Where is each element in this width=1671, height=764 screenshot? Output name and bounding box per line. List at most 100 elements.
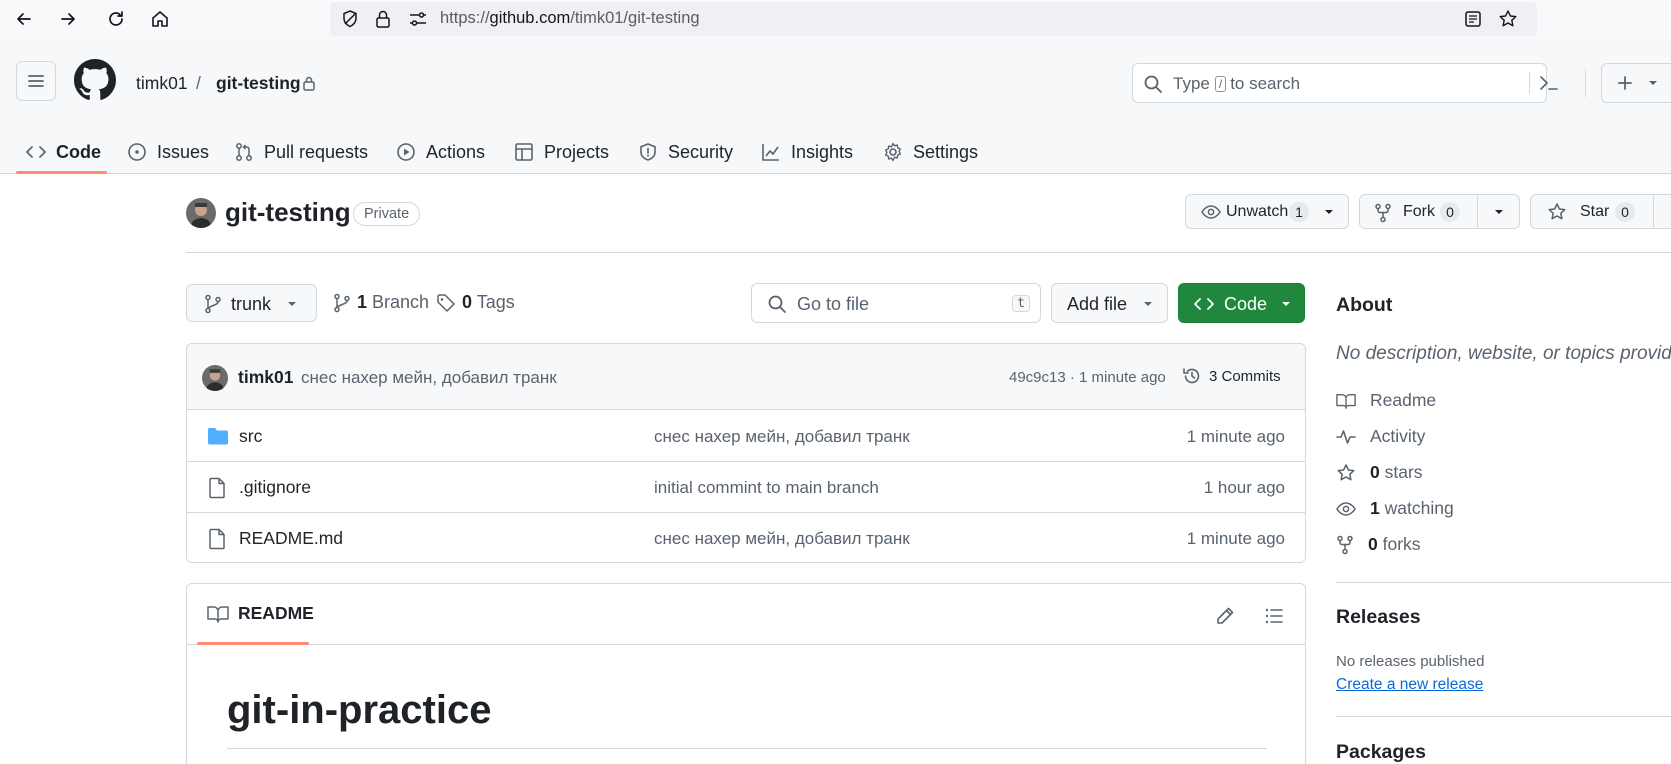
back-button[interactable] [10, 5, 38, 33]
command-palette-icon [1540, 76, 1558, 90]
bookmark-star-icon [1499, 10, 1517, 27]
tab-insights[interactable]: Insights [761, 134, 853, 170]
activity-link[interactable]: Activity [1336, 426, 1425, 447]
tab-security[interactable]: Security [638, 134, 733, 170]
breadcrumb-owner[interactable]: timk01 [136, 73, 188, 94]
file-commit-message[interactable]: снес нахер мейн, добавил транк [654, 427, 910, 447]
releases-heading[interactable]: Releases [1336, 606, 1421, 629]
packages-heading[interactable]: Packages [1336, 741, 1426, 764]
code-dropdown-button[interactable]: Code [1178, 283, 1305, 323]
add-file-button[interactable]: Add file [1051, 283, 1168, 323]
home-button[interactable] [146, 5, 174, 33]
shield-icon [640, 143, 656, 161]
search-icon [1144, 75, 1162, 93]
triangle-down-icon [288, 302, 296, 306]
table-row[interactable]: .gitignore initial commint to main branc… [187, 462, 1305, 513]
go-to-file-input[interactable]: Go to file t [751, 283, 1041, 323]
star-count: 0 [1615, 202, 1635, 222]
no-releases-text: No releases published [1336, 653, 1485, 670]
tab-pull-requests[interactable]: Pull requests [234, 134, 368, 170]
tab-issues[interactable]: Issues [127, 134, 209, 170]
star-button[interactable]: Star 0 [1530, 194, 1671, 229]
tab-settings[interactable]: Settings [883, 134, 978, 170]
git-pull-request-icon [236, 143, 252, 161]
triangle-down-icon [1144, 302, 1152, 306]
tab-label: Code [56, 141, 101, 162]
hamburger-icon [28, 75, 44, 87]
forward-button[interactable] [54, 5, 82, 33]
active-tab-indicator [16, 171, 107, 174]
breadcrumb-repo[interactable]: git-testing [216, 73, 301, 94]
tag-icon [437, 293, 455, 312]
lock-icon [303, 76, 315, 91]
unwatch-button[interactable]: Unwatch 1 [1185, 194, 1349, 229]
book-icon [1336, 393, 1356, 409]
about-description: No description, website, or topics provi… [1336, 343, 1671, 364]
file-commit-message[interactable]: initial commint to main branch [654, 478, 879, 498]
stars-link[interactable]: 0 stars [1336, 462, 1423, 483]
file-name[interactable]: src [239, 426, 262, 447]
readme-tab[interactable]: README [207, 603, 314, 624]
triangle-down-icon [1325, 210, 1333, 214]
commit-hash-time[interactable]: 49c9c13 · 1 minute ago [1009, 369, 1166, 386]
github-logo[interactable] [74, 59, 116, 101]
watchers-link[interactable]: 1 watching [1336, 498, 1454, 519]
branch-selector[interactable]: trunk [186, 284, 317, 322]
readme-tab-label: README [238, 603, 314, 623]
pencil-icon[interactable] [1215, 606, 1235, 626]
global-search-input[interactable]: Type / to search [1132, 63, 1558, 103]
create-new-button[interactable] [1601, 63, 1671, 103]
code-icon [26, 146, 46, 158]
readme-tab-bar: README [187, 584, 1305, 645]
tab-projects[interactable]: Projects [514, 134, 609, 170]
table-row[interactable]: src снес нахер мейн, добавил транк 1 min… [187, 411, 1305, 462]
create-release-link[interactable]: Create a new release [1336, 676, 1483, 694]
tab-label: Settings [913, 141, 979, 162]
file-icon [209, 528, 225, 550]
stars-label: stars [1384, 462, 1423, 482]
tab-label: Issues [157, 141, 210, 162]
star-icon [1548, 203, 1566, 220]
file-name[interactable]: .gitignore [239, 477, 311, 498]
file-commit-message[interactable]: снес нахер мейн, добавил транк [654, 529, 910, 549]
file-name[interactable]: README.md [239, 528, 343, 549]
commits-history-link[interactable]: 3 Commits [1182, 366, 1281, 386]
list-unordered-icon[interactable] [1264, 606, 1284, 626]
fork-label: Fork [1403, 203, 1435, 220]
fork-button[interactable]: Fork 0 [1359, 194, 1520, 229]
forks-count: 0 [1368, 534, 1378, 554]
file-commit-time: 1 minute ago [1186, 529, 1285, 548]
menu-button[interactable] [16, 61, 56, 101]
git-branch-icon [334, 293, 350, 312]
owner-avatar[interactable] [186, 198, 216, 228]
branches-link[interactable]: 1 Branch [333, 292, 429, 313]
reload-button[interactable] [102, 5, 130, 33]
commit-author-avatar[interactable] [202, 365, 228, 391]
heading-divider [227, 748, 1267, 749]
watching-count: 1 [1370, 498, 1380, 518]
file-commit-time: 1 minute ago [1186, 427, 1285, 446]
table-row[interactable]: README.md снес нахер мейн, добавил транк… [187, 513, 1305, 562]
book-icon [207, 605, 229, 623]
tab-label: Insights [791, 141, 854, 162]
tab-actions[interactable]: Actions [396, 134, 485, 170]
history-icon [1183, 368, 1200, 384]
readme-link[interactable]: Readme [1336, 390, 1436, 411]
tab-label: Security [668, 141, 734, 162]
star-icon [1337, 463, 1355, 480]
tag-count: 0 [462, 292, 473, 312]
issue-opened-icon [128, 143, 146, 161]
forks-link[interactable]: 0 forks [1336, 534, 1421, 555]
tags-link[interactable]: 0 Tags [436, 292, 515, 313]
commit-message[interactable]: снес нахер мейн, добавил транк [301, 368, 557, 388]
commit-author[interactable]: timk01 [238, 367, 293, 388]
branch-count: 1 [357, 292, 368, 312]
repo-title[interactable]: git-testing [225, 197, 351, 228]
arrow-right-icon [61, 13, 75, 25]
play-icon [397, 143, 415, 161]
lock-icon [376, 10, 390, 28]
tracking-protection-icon [343, 10, 357, 28]
eye-icon [1336, 501, 1356, 516]
tab-code[interactable]: Code [26, 134, 101, 170]
star-label: Star [1580, 203, 1610, 220]
